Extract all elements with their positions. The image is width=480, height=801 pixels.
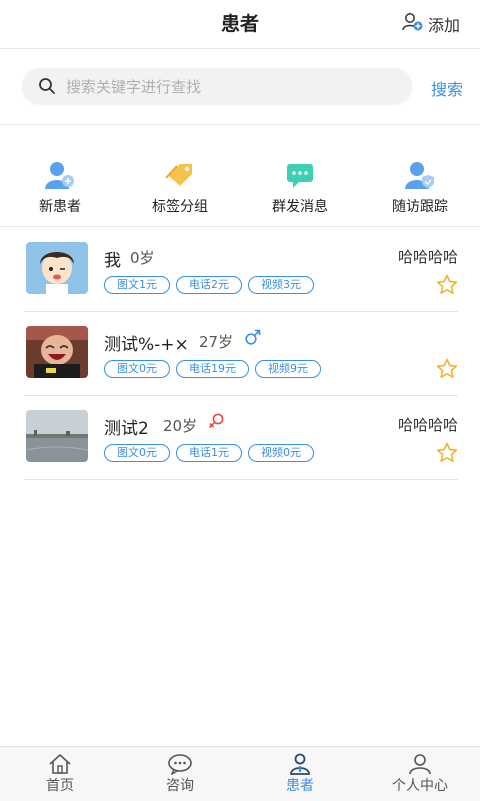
shortcut-tag-group[interactable]: 标签分组 (120, 160, 240, 220)
nav-label: 首页 (46, 778, 74, 794)
shortcut-label: 标签分组 (152, 199, 208, 215)
service-tag-text: 图文1元 (104, 276, 170, 294)
service-tags: 图文0元 电话19元 视频9元 (104, 360, 321, 378)
patient-age: 20岁 (163, 417, 198, 435)
patient-icon (287, 753, 313, 775)
avatar (26, 326, 88, 378)
nav-label: 患者 (286, 778, 314, 794)
search-button[interactable]: 搜索 (431, 76, 463, 100)
star-icon[interactable] (436, 358, 458, 383)
profile-icon (407, 753, 433, 775)
bottom-nav: 首页 咨询 患者 个人中心 (0, 746, 480, 801)
search-icon (38, 77, 56, 99)
service-tags: 图文0元 电话1元 视频0元 (104, 444, 314, 462)
nav-consult[interactable]: 咨询 (120, 747, 240, 801)
add-user-icon (402, 12, 424, 36)
service-tag-phone: 电话19元 (176, 360, 249, 378)
nav-label: 个人中心 (392, 778, 448, 794)
service-tag-video: 视频3元 (248, 276, 314, 294)
home-icon (47, 753, 73, 775)
nav-home[interactable]: 首页 (0, 747, 120, 801)
star-icon[interactable] (436, 442, 458, 467)
shortcut-label: 群发消息 (272, 199, 328, 215)
search-input[interactable] (64, 68, 398, 106)
top-bar: 患者 添加 (0, 0, 480, 49)
follow-up-icon (403, 160, 437, 190)
service-tag-text: 图文0元 (104, 360, 170, 378)
shortcut-label: 随访跟踪 (392, 199, 448, 215)
avatar (26, 410, 88, 462)
nav-patients[interactable]: 患者 (240, 747, 360, 801)
service-tags: 图文1元 电话2元 视频3元 (104, 276, 314, 294)
patient-remark: 哈哈哈哈 (397, 416, 458, 434)
shortcut-label: 新患者 (39, 199, 81, 215)
patient-name: 测试2 (104, 419, 149, 439)
patient-row[interactable]: 测试2 20岁 哈哈哈哈 图文0元 电话1元 视频0元 (0, 396, 480, 480)
shortcut-follow-up[interactable]: 随访跟踪 (360, 160, 480, 220)
message-icon (283, 160, 317, 190)
search-bar: 搜索 (0, 48, 480, 125)
male-icon (244, 328, 262, 350)
shortcut-broadcast-message[interactable]: 群发消息 (240, 160, 360, 220)
add-label: 添加 (427, 16, 460, 35)
nav-label: 咨询 (166, 778, 194, 794)
patient-name: 我 (104, 251, 121, 271)
patient-remark: 哈哈哈哈 (397, 248, 458, 266)
shortcut-bar: 新患者 标签分组 群发消息 随访跟踪 (0, 126, 480, 227)
search-box (22, 68, 412, 106)
avatar (26, 242, 88, 294)
tag-icon (163, 160, 197, 190)
chat-icon (167, 753, 193, 776)
female-icon (207, 412, 225, 434)
star-icon[interactable] (436, 274, 458, 299)
service-tag-text: 图文0元 (104, 444, 170, 462)
patient-age: 27岁 (199, 333, 234, 351)
new-patient-icon (43, 160, 77, 190)
patient-name: 测试%-+× (104, 335, 189, 355)
patient-row[interactable]: 我 0岁 哈哈哈哈 图文1元 电话2元 视频3元 (0, 228, 480, 312)
patient-row[interactable]: 测试%-+× 27岁 图文0元 电话19元 视频9元 (0, 312, 480, 396)
shortcut-new-patient[interactable]: 新患者 (0, 160, 120, 220)
divider (24, 479, 458, 480)
service-tag-phone: 电话2元 (176, 276, 242, 294)
patient-age: 0岁 (130, 249, 155, 267)
service-tag-phone: 电话1元 (176, 444, 242, 462)
nav-profile[interactable]: 个人中心 (360, 747, 480, 801)
service-tag-video: 视频0元 (248, 444, 314, 462)
service-tag-video: 视频9元 (255, 360, 321, 378)
add-patient-button[interactable]: 添加 (402, 10, 460, 38)
